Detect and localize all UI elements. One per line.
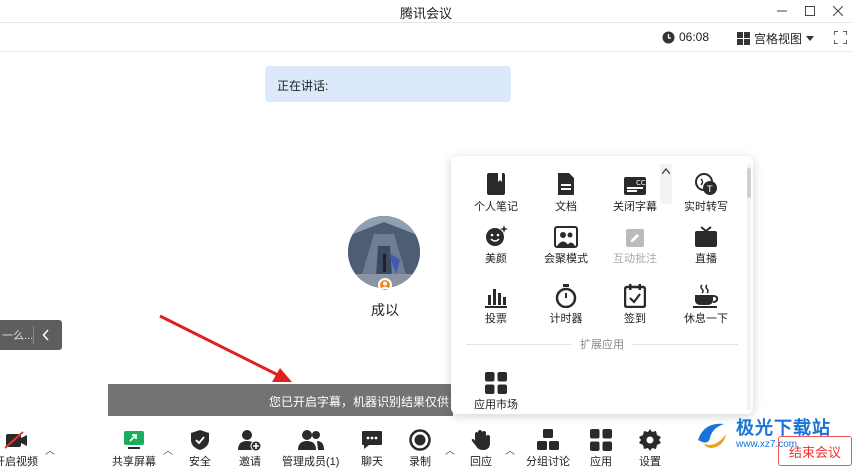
shield-icon (191, 430, 209, 450)
members-icon (297, 430, 324, 450)
panel-item-label: 应用市场 (474, 399, 518, 411)
watermark-url: www.xz7.com (736, 438, 798, 450)
panel-item-document[interactable]: 文档 (531, 166, 601, 214)
panel-item-label: 直播 (695, 253, 717, 265)
chevron-up-icon[interactable]: ︿ (163, 442, 173, 457)
live-icon (695, 226, 717, 247)
divider (632, 343, 738, 345)
panel-item-app-market[interactable]: 应用市场 (461, 364, 531, 412)
checkin-icon (624, 284, 646, 308)
apps-icon (590, 429, 612, 451)
share-screen-icon (124, 431, 144, 449)
watermark-text: 极光下载站 www.xz7.com (736, 419, 831, 450)
panel-item-break[interactable]: 休息一下 (671, 278, 741, 326)
panel-item-label: 文档 (555, 201, 577, 213)
extension-section-label: 扩展应用 (580, 339, 624, 351)
notebook-icon (487, 173, 505, 195)
chat-icon (362, 431, 382, 449)
watermark-swirl-icon (698, 423, 726, 448)
panel-item-label: 实时转写 (684, 201, 728, 213)
toolbar-security[interactable]: 安全 (189, 429, 211, 468)
panel-item-annotate[interactable]: 互动批注 (600, 218, 670, 266)
coffee-icon (693, 284, 719, 308)
breakout-icon (537, 429, 559, 450)
panel-item-label: 休息一下 (684, 313, 728, 325)
panel-item-label: 投票 (485, 313, 507, 325)
chevron-up-icon[interactable]: ︿ (505, 442, 515, 457)
panel-item-label: 关闭字幕 (613, 201, 657, 213)
panel-scrollbar-thumb[interactable] (747, 168, 751, 198)
annotation-arrow-bottom (159, 314, 292, 382)
annotate-icon (626, 229, 644, 247)
panel-item-notes[interactable]: 个人笔记 (461, 166, 531, 214)
extension-section-header: 扩展应用 (466, 336, 738, 352)
toolbar-label: 应用 (590, 456, 612, 468)
timer-icon (555, 284, 577, 308)
svg-text:CC: CC (636, 179, 646, 187)
toolbar-breakout[interactable]: 分组讨论 (526, 429, 570, 468)
reaction-icon (471, 430, 490, 450)
watermark-logo: 极光下载站 www.xz7.com (694, 414, 844, 454)
panel-item-transcribe[interactable]: T 实时转写 (671, 166, 741, 214)
toolbar-invite[interactable]: 邀请 (238, 429, 262, 468)
panel-item-live[interactable]: 直播 (671, 218, 741, 266)
divider (466, 343, 572, 345)
vote-icon (485, 289, 507, 308)
app-market-icon (485, 372, 507, 394)
chevron-up-icon[interactable]: ︿ (45, 442, 55, 457)
document-icon (558, 173, 574, 195)
toolbar-start-video[interactable]: 开启视频 (0, 429, 38, 468)
panel-item-vote[interactable]: 投票 (461, 278, 531, 326)
toolbar-label: 共享屏幕 (112, 456, 156, 468)
toolbar-chat[interactable]: 聊天 (361, 429, 383, 468)
svg-text:T: T (706, 185, 713, 195)
toolbar-label: 分组讨论 (526, 456, 570, 468)
panel-item-timer[interactable]: 计时器 (531, 278, 601, 326)
record-icon (409, 429, 431, 451)
panel-item-label: 互动批注 (613, 253, 657, 265)
toolbar-record[interactable]: 录制 (409, 429, 431, 468)
toolbar-manage-members[interactable]: 管理成员(1) (282, 429, 339, 468)
panel-item-captions[interactable]: CC 关闭字幕 (600, 166, 670, 214)
toolbar-label: 管理成员(1) (282, 456, 340, 468)
toolbar-label: 安全 (189, 456, 211, 468)
watermark-name: 极光下载站 (736, 417, 831, 438)
gathering-mode-icon (554, 226, 578, 248)
panel-item-gathering-mode[interactable]: 会聚模式 (531, 218, 601, 266)
settings-icon (639, 429, 661, 451)
toolbar-label: 设置 (639, 456, 661, 468)
camera-off-icon (4, 431, 27, 449)
toolbar-label: 回应 (470, 456, 492, 468)
toolbar-label: 开启视频 (0, 456, 38, 468)
captions-icon: CC (624, 177, 646, 195)
toolbar-share-screen[interactable]: 共享屏幕 (112, 429, 156, 468)
chevron-up-icon[interactable]: ︿ (445, 442, 455, 457)
panel-item-label: 个人笔记 (474, 201, 518, 213)
panel-scrollbar[interactable] (747, 164, 751, 410)
toolbar-label: 聊天 (361, 456, 383, 468)
panel-item-checkin[interactable]: 签到 (600, 278, 670, 326)
panel-item-label: 签到 (624, 313, 646, 325)
panel-item-beauty[interactable]: 美颜 (461, 218, 531, 266)
panel-item-label: 美颜 (485, 253, 507, 265)
toolbar-label: 录制 (409, 456, 431, 468)
toolbar-reaction[interactable]: 回应 (470, 429, 492, 468)
invite-icon (238, 430, 262, 451)
panel-item-label: 计时器 (549, 313, 583, 325)
transcribe-icon: T (695, 173, 717, 195)
beauty-icon (486, 225, 508, 246)
toolbar-label: 邀请 (239, 456, 261, 468)
panel-item-label: 会聚模式 (544, 253, 588, 265)
toolbar-apps[interactable]: 应用 (590, 429, 612, 468)
toolbar-settings[interactable]: 设置 (639, 429, 661, 468)
